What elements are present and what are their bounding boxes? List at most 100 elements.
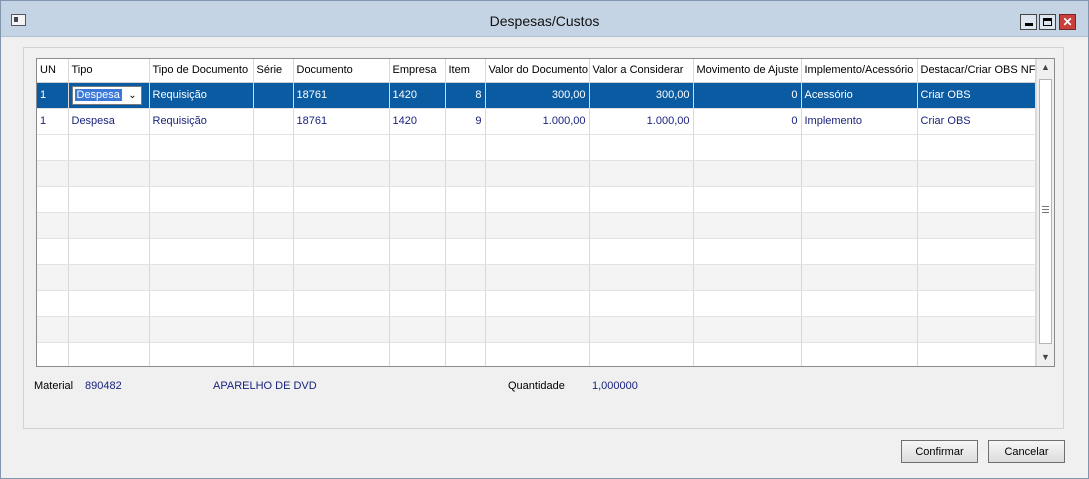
cell-valor-considerar[interactable]: 300,00 bbox=[589, 82, 694, 109]
quantity-label: Quantidade bbox=[508, 380, 565, 392]
empty-cell bbox=[68, 186, 150, 213]
empty-cell bbox=[693, 186, 802, 213]
dialog-window: Despesas/Custos ✕ UN Tipo Tipo de Docume… bbox=[0, 0, 1089, 479]
cell-un[interactable]: 1 bbox=[37, 82, 69, 109]
cell-empresa[interactable]: 1420 bbox=[389, 108, 446, 135]
empty-cell bbox=[485, 186, 590, 213]
empty-cell bbox=[445, 316, 486, 343]
column-header-tipo[interactable]: Tipo bbox=[68, 59, 150, 83]
cell-valor-considerar[interactable]: 1.000,00 bbox=[589, 108, 694, 135]
column-header-empresa[interactable]: Empresa bbox=[389, 59, 446, 83]
cell-serie[interactable] bbox=[253, 108, 294, 135]
table-row-selected[interactable]: 1 Despesa ⌄ Requisição 18761 1420 8 300,… bbox=[37, 82, 1036, 109]
cell-valor-documento[interactable]: 1.000,00 bbox=[485, 108, 590, 135]
empty-row bbox=[37, 342, 1036, 366]
column-header-implemento-acessorio[interactable]: Implemento/Acessório bbox=[801, 59, 918, 83]
material-code: 890482 bbox=[85, 380, 122, 392]
empty-row bbox=[37, 264, 1036, 291]
empty-cell bbox=[293, 186, 390, 213]
empty-cell bbox=[485, 238, 590, 265]
empty-cell bbox=[801, 264, 918, 291]
empty-cell bbox=[589, 264, 694, 291]
empty-cell bbox=[389, 134, 446, 161]
cell-serie[interactable] bbox=[253, 82, 294, 109]
cell-tipo-dropdown[interactable]: Despesa ⌄ bbox=[68, 82, 150, 109]
empty-cell bbox=[37, 160, 69, 187]
empty-cell bbox=[149, 342, 254, 366]
cell-empresa[interactable]: 1420 bbox=[389, 82, 446, 109]
empty-cell bbox=[149, 290, 254, 317]
empty-cell bbox=[801, 212, 918, 239]
maximize-button[interactable] bbox=[1039, 14, 1056, 30]
empty-cell bbox=[68, 290, 150, 317]
column-header-un[interactable]: UN bbox=[37, 59, 69, 83]
expenses-grid[interactable]: UN Tipo Tipo de Documento Série Document… bbox=[36, 58, 1055, 367]
vertical-scrollbar[interactable]: ▲ ▼ bbox=[1036, 59, 1054, 366]
empty-cell bbox=[693, 264, 802, 291]
cell-implemento-acessorio[interactable]: Acessório bbox=[801, 82, 918, 109]
empty-cell bbox=[37, 264, 69, 291]
empty-cell bbox=[293, 342, 390, 366]
empty-cell bbox=[917, 264, 1036, 291]
empty-row bbox=[37, 316, 1036, 343]
empty-cell bbox=[389, 290, 446, 317]
close-button[interactable]: ✕ bbox=[1059, 14, 1076, 30]
empty-cell bbox=[589, 342, 694, 366]
empty-cell bbox=[253, 134, 294, 161]
cell-un[interactable]: 1 bbox=[37, 108, 69, 135]
empty-row bbox=[37, 212, 1036, 239]
empty-cell bbox=[485, 342, 590, 366]
empty-cell bbox=[68, 264, 150, 291]
confirm-button[interactable]: Confirmar bbox=[901, 440, 978, 463]
column-header-serie[interactable]: Série bbox=[253, 59, 294, 83]
empty-cell bbox=[37, 134, 69, 161]
empty-cell bbox=[37, 186, 69, 213]
empty-cell bbox=[445, 264, 486, 291]
column-header-tipo-documento[interactable]: Tipo de Documento bbox=[149, 59, 254, 83]
column-header-valor-documento[interactable]: Valor do Documento bbox=[485, 59, 590, 83]
cancel-button[interactable]: Cancelar bbox=[988, 440, 1065, 463]
cell-implemento-acessorio[interactable]: Implemento bbox=[801, 108, 918, 135]
empty-cell bbox=[801, 134, 918, 161]
empty-cell bbox=[445, 160, 486, 187]
cell-valor-documento[interactable]: 300,00 bbox=[485, 82, 590, 109]
cell-tipo-documento[interactable]: Requisição bbox=[149, 108, 254, 135]
empty-cell bbox=[801, 186, 918, 213]
minimize-button[interactable] bbox=[1020, 14, 1037, 30]
cell-movimento-ajuste[interactable]: 0 bbox=[693, 108, 802, 135]
scroll-down-icon[interactable]: ▼ bbox=[1037, 349, 1054, 366]
scroll-thumb[interactable] bbox=[1039, 79, 1052, 344]
window-title: Despesas/Custos bbox=[489, 13, 600, 29]
column-header-destacar-obs[interactable]: Destacar/Criar OBS NF bbox=[917, 59, 1036, 83]
column-header-item[interactable]: Item bbox=[445, 59, 486, 83]
cell-destacar-obs[interactable]: Criar OBS bbox=[917, 82, 1036, 109]
empty-cell bbox=[917, 212, 1036, 239]
empty-cell bbox=[801, 342, 918, 366]
empty-cell bbox=[293, 290, 390, 317]
material-description: APARELHO DE DVD bbox=[213, 380, 317, 392]
scroll-up-icon[interactable]: ▲ bbox=[1037, 59, 1054, 76]
empty-cell bbox=[293, 316, 390, 343]
title-bar[interactable]: Despesas/Custos ✕ bbox=[1, 1, 1088, 37]
empty-cell bbox=[253, 238, 294, 265]
column-header-valor-considerar[interactable]: Valor a Considerar bbox=[589, 59, 694, 83]
empty-cell bbox=[389, 186, 446, 213]
tipo-select[interactable]: Despesa ⌄ bbox=[71, 85, 142, 105]
cell-tipo-documento[interactable]: Requisição bbox=[149, 82, 254, 109]
table-row[interactable]: 1 Despesa Requisição 18761 1420 9 1.000,… bbox=[37, 108, 1036, 135]
chevron-down-icon[interactable]: ⌄ bbox=[125, 90, 141, 101]
cell-documento[interactable]: 18761 bbox=[293, 108, 390, 135]
cell-item[interactable]: 9 bbox=[445, 108, 486, 135]
column-header-movimento-ajuste[interactable]: Movimento de Ajuste bbox=[693, 59, 802, 83]
empty-cell bbox=[253, 186, 294, 213]
empty-cell bbox=[253, 316, 294, 343]
cell-destacar-obs[interactable]: Criar OBS bbox=[917, 108, 1036, 135]
empty-cell bbox=[149, 316, 254, 343]
column-header-documento[interactable]: Documento bbox=[293, 59, 390, 83]
cell-tipo[interactable]: Despesa bbox=[68, 108, 150, 135]
maximize-icon bbox=[1043, 18, 1052, 26]
cell-movimento-ajuste[interactable]: 0 bbox=[693, 82, 802, 109]
empty-cell bbox=[149, 186, 254, 213]
cell-item[interactable]: 8 bbox=[445, 82, 486, 109]
cell-documento[interactable]: 18761 bbox=[293, 82, 390, 109]
